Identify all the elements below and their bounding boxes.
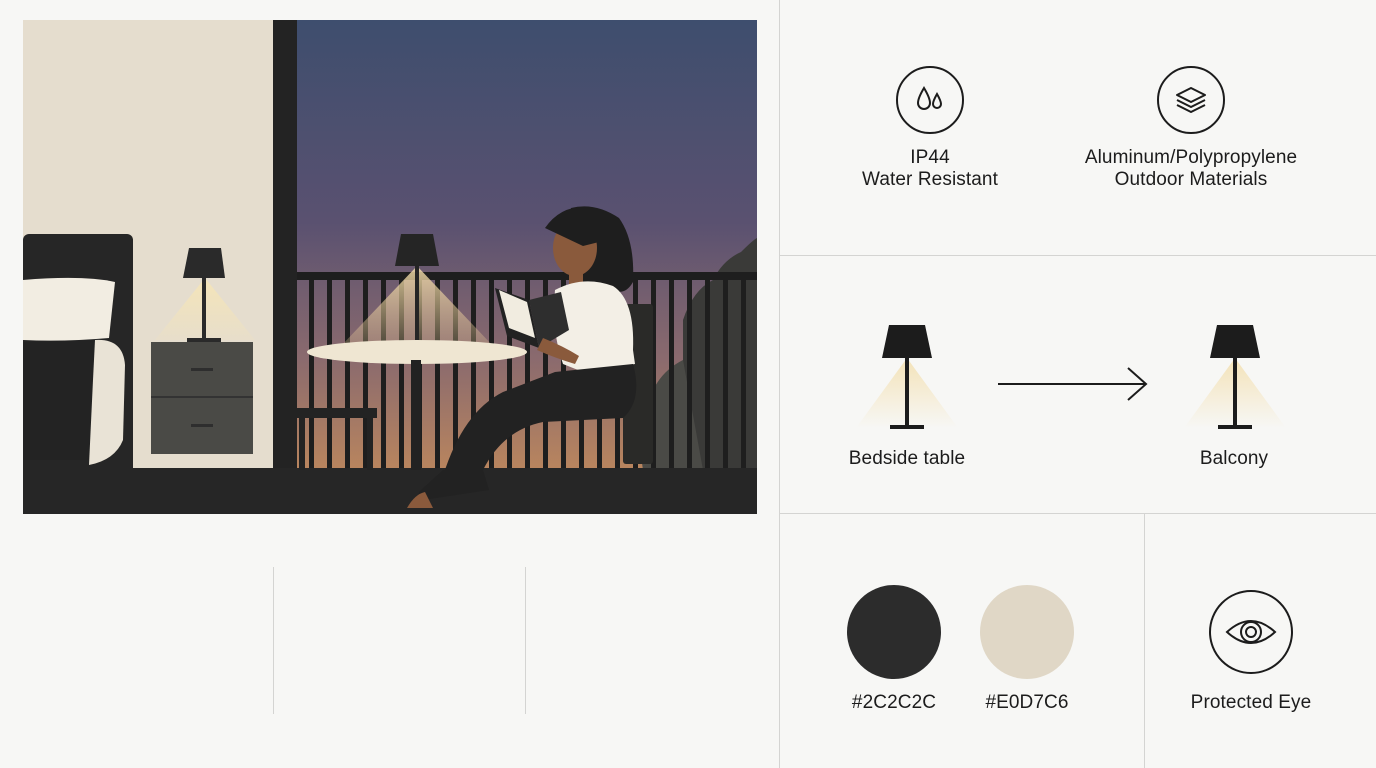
table-lamp-icon bbox=[856, 325, 958, 429]
divider bbox=[780, 255, 1376, 256]
layers-icon bbox=[1157, 66, 1225, 134]
color-swatch-beige-label: #E0D7C6 bbox=[985, 692, 1069, 713]
water-resistant-label: Water Resistant bbox=[862, 169, 998, 190]
divider bbox=[780, 513, 1376, 514]
color-swatch-dark bbox=[847, 585, 941, 679]
eye-icon bbox=[1209, 590, 1293, 674]
water-resistant-feature: IP44 Water Resistant bbox=[830, 147, 1030, 191]
divider bbox=[273, 567, 274, 714]
materials-line1: Aluminum/Polypropylene bbox=[1084, 147, 1298, 168]
divider bbox=[779, 0, 780, 768]
divider bbox=[525, 567, 526, 714]
to-location-label: Balcony bbox=[1199, 448, 1269, 469]
ip-rating: IP44 bbox=[910, 147, 950, 168]
arrow-right-icon bbox=[998, 367, 1148, 401]
materials-line2: Outdoor Materials bbox=[1114, 169, 1268, 190]
hero-illustration bbox=[23, 20, 757, 514]
color-swatch-beige bbox=[980, 585, 1074, 679]
water-drops-icon bbox=[896, 66, 964, 134]
divider bbox=[1144, 514, 1145, 768]
materials-feature: Aluminum/Polypropylene Outdoor Materials bbox=[1060, 147, 1322, 191]
from-location-label: Bedside table bbox=[848, 448, 966, 469]
color-swatch-dark-label: #2C2C2C bbox=[851, 692, 937, 713]
table-lamp-icon bbox=[1184, 325, 1286, 429]
protected-eye-label: Protected Eye bbox=[1190, 692, 1312, 713]
